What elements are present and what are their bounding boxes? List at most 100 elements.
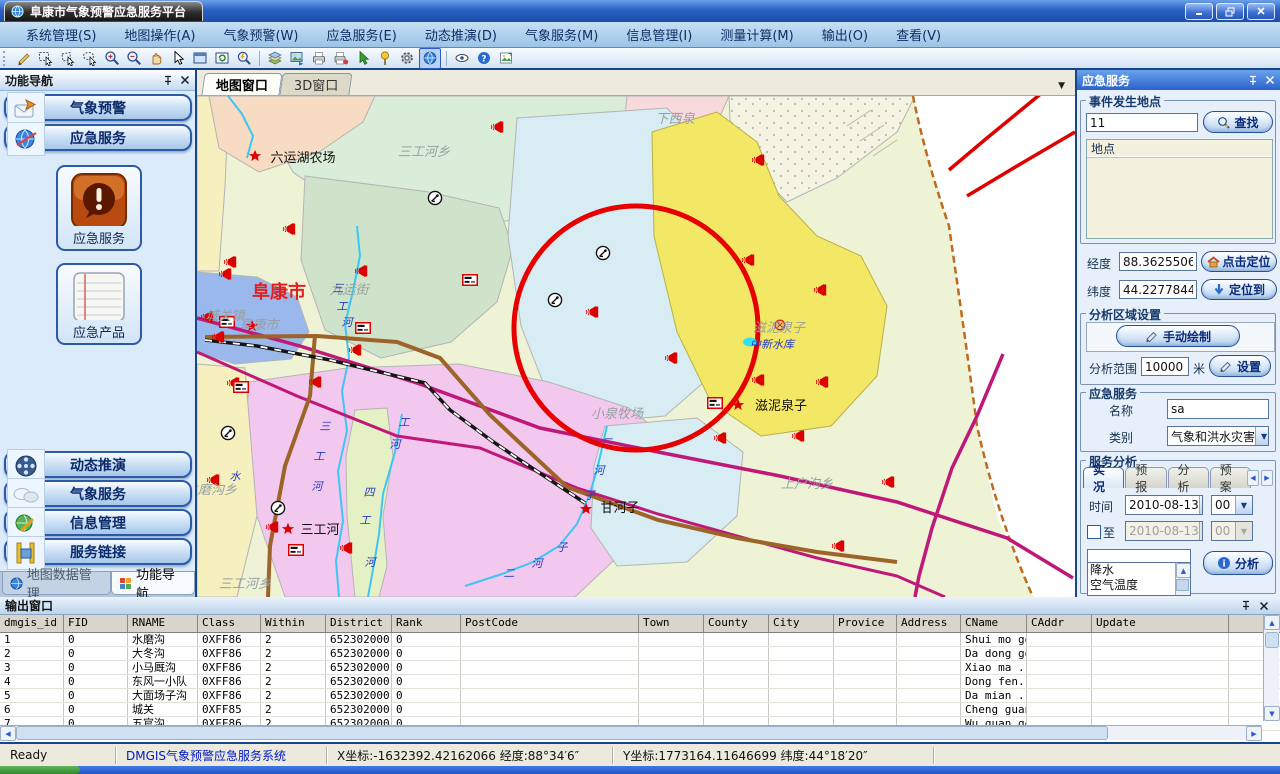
facility-circle-icon[interactable] <box>596 246 609 259</box>
column-header[interactable]: County <box>704 615 769 632</box>
table-row[interactable]: 20大冬沟0XFF8626523020000Da dong gou <box>0 647 1280 661</box>
column-header[interactable]: Class <box>198 615 261 632</box>
column-header[interactable]: District <box>326 615 392 632</box>
toolbar-grip[interactable] <box>3 51 9 66</box>
column-header[interactable]: dmgis_id <box>0 615 64 632</box>
facility-circle-icon[interactable] <box>548 293 561 306</box>
pin-icon[interactable] <box>1248 75 1258 86</box>
analysis-tab-实况[interactable]: 实况 <box>1083 467 1124 488</box>
full-extent-icon[interactable] <box>190 49 210 68</box>
close-panel-icon[interactable] <box>1265 75 1275 85</box>
zoom-out-icon[interactable] <box>124 49 144 68</box>
column-header[interactable]: Rank <box>392 615 461 632</box>
chevron-down-icon[interactable]: ▼ <box>1199 496 1203 514</box>
help-icon[interactable]: ? <box>474 49 494 68</box>
table-row[interactable]: 30小马厩沟0XFF8626523020000Xiao ma ... <box>0 661 1280 675</box>
column-header[interactable]: Update <box>1092 615 1229 632</box>
hour-select[interactable]: 00▼ <box>1211 495 1253 515</box>
column-header[interactable]: Provice <box>834 615 897 632</box>
table-row[interactable]: 40东风一小队0XFF8626523020000Dong fen... <box>0 675 1280 689</box>
close-panel-icon[interactable] <box>1259 601 1269 611</box>
manual-draw-button[interactable]: 手动绘制 <box>1116 325 1240 347</box>
map-canvas[interactable]: 六运湖农场三工河乡下西泉九运街城关镇阜康市阜康市滋泥泉子中新水库滋泥泉子小泉牧场… <box>197 96 1075 597</box>
column-header[interactable]: PostCode <box>461 615 639 632</box>
shortcut-emergency-product[interactable]: 应急产品 <box>56 263 142 345</box>
tab-function-nav[interactable]: 功能导航 <box>111 572 195 595</box>
export-image-icon[interactable] <box>287 49 307 68</box>
settings-gear-icon[interactable] <box>397 49 417 68</box>
locate-to-button[interactable]: 定位到 <box>1201 279 1277 300</box>
select-rectangle-icon[interactable] <box>36 49 56 68</box>
nav-item-dynamic-deduction[interactable]: 动态推演 <box>4 451 192 478</box>
table-row[interactable]: 50大面场子沟0XFF8626523020000Da mian ... <box>0 689 1280 703</box>
locate-click-button[interactable]: 点击定位 <box>1201 251 1277 272</box>
taskbar-sliver[interactable] <box>0 766 1280 774</box>
facility-circle-icon[interactable] <box>428 191 441 204</box>
pick-feature-icon[interactable] <box>353 49 373 68</box>
analyze-button[interactable]: i 分析 <box>1203 551 1273 575</box>
scroll-left-icon[interactable]: ◀ <box>0 726 16 741</box>
table-row[interactable]: 10水磨沟0XFF8626523020000Shui mo gou <box>0 633 1280 647</box>
pan-hand-icon[interactable] <box>146 49 166 68</box>
analysis-tab-分析[interactable]: 分析 <box>1168 467 1209 488</box>
facility-circle-icon[interactable] <box>271 501 284 514</box>
service-type-select[interactable]: 气象和洪水灾害▼ <box>1167 426 1269 446</box>
visibility-eye-icon[interactable] <box>452 49 472 68</box>
menu-item[interactable]: 信息管理(I) <box>612 25 706 44</box>
column-header[interactable]: Address <box>897 615 961 632</box>
map-tab-overflow-dropdown[interactable]: ▼ <box>1058 81 1075 91</box>
menu-item[interactable]: 气象服务(M) <box>511 25 612 44</box>
menu-item[interactable]: 气象预警(W) <box>209 25 312 44</box>
location-result-list[interactable]: 地点 <box>1086 139 1273 239</box>
nav-item-service-links[interactable]: 服务链接 <box>4 538 192 565</box>
column-header[interactable]: CName <box>961 615 1027 632</box>
find-button[interactable]: 查找 <box>1203 111 1273 133</box>
date2-select[interactable]: 2010-08-13▼ <box>1125 521 1203 541</box>
close-button[interactable] <box>1247 3 1275 20</box>
analysis-tab-预案[interactable]: 预案 <box>1210 467 1251 488</box>
chevron-down-icon[interactable]: ▼ <box>1255 427 1269 445</box>
longitude-input[interactable] <box>1119 252 1197 271</box>
tab-map-data-management[interactable]: 地图数据管理 <box>2 572 111 595</box>
shortcut-emergency-service[interactable]: 应急服务 <box>56 165 142 251</box>
column-header[interactable]: RNAME <box>128 615 198 632</box>
facility-circle-icon[interactable] <box>221 426 234 439</box>
tab-3d-window[interactable]: 3D窗口 <box>279 73 352 95</box>
station-flag-icon[interactable] <box>708 398 723 409</box>
hour2-select[interactable]: 00▼ <box>1211 521 1253 541</box>
scroll-up-icon[interactable]: ▲ <box>1264 615 1280 630</box>
menu-item[interactable]: 测量计算(M) <box>706 25 807 44</box>
tab-scroll-right-icon[interactable]: ▶ <box>1261 470 1273 486</box>
print-icon[interactable] <box>309 49 329 68</box>
chevron-down-icon[interactable]: ▼ <box>1199 522 1203 540</box>
nav-item-info-management[interactable]: 信息管理 <box>4 509 192 536</box>
insert-picture-icon[interactable] <box>496 49 516 68</box>
column-header[interactable]: Town <box>639 615 704 632</box>
date-select[interactable]: 2010-08-13▼ <box>1125 495 1203 515</box>
identify-search-icon[interactable] <box>234 49 254 68</box>
menu-item[interactable]: 应急服务(E) <box>312 25 410 44</box>
tab-map-window[interactable]: 地图窗口 <box>201 73 282 95</box>
column-header[interactable]: Within <box>261 615 326 632</box>
menu-item[interactable]: 输出(O) <box>808 25 882 44</box>
select-lasso-icon[interactable] <box>80 49 100 68</box>
column-header[interactable]: FID <box>64 615 128 632</box>
location-list-header[interactable]: 地点 <box>1087 140 1272 157</box>
scroll-thumb[interactable] <box>1176 579 1189 591</box>
restore-button[interactable] <box>1216 3 1244 20</box>
chevron-down-icon[interactable]: ▼ <box>1235 496 1252 514</box>
menu-item[interactable]: 动态推演(D) <box>411 25 511 44</box>
pointer-icon[interactable] <box>168 49 188 68</box>
scroll-thumb[interactable] <box>16 726 1108 740</box>
vertical-scrollbar[interactable]: ▲ ▼ <box>1263 615 1279 721</box>
menu-item[interactable]: 查看(V) <box>882 25 955 44</box>
scroll-down-icon[interactable]: ▼ <box>1264 706 1280 721</box>
element-listbox[interactable]: 降水空气温度 ▲ <box>1087 562 1191 596</box>
place-pin-icon[interactable] <box>375 49 395 68</box>
table-row[interactable]: 60城关0XFF8526523020000Cheng guan <box>0 703 1280 717</box>
analysis-tab-预报[interactable]: 预报 <box>1125 467 1166 488</box>
measure-pencil-icon[interactable] <box>14 49 34 68</box>
column-header[interactable]: City <box>769 615 834 632</box>
station-flag-icon[interactable] <box>356 323 371 334</box>
station-flag-icon[interactable] <box>463 275 478 286</box>
